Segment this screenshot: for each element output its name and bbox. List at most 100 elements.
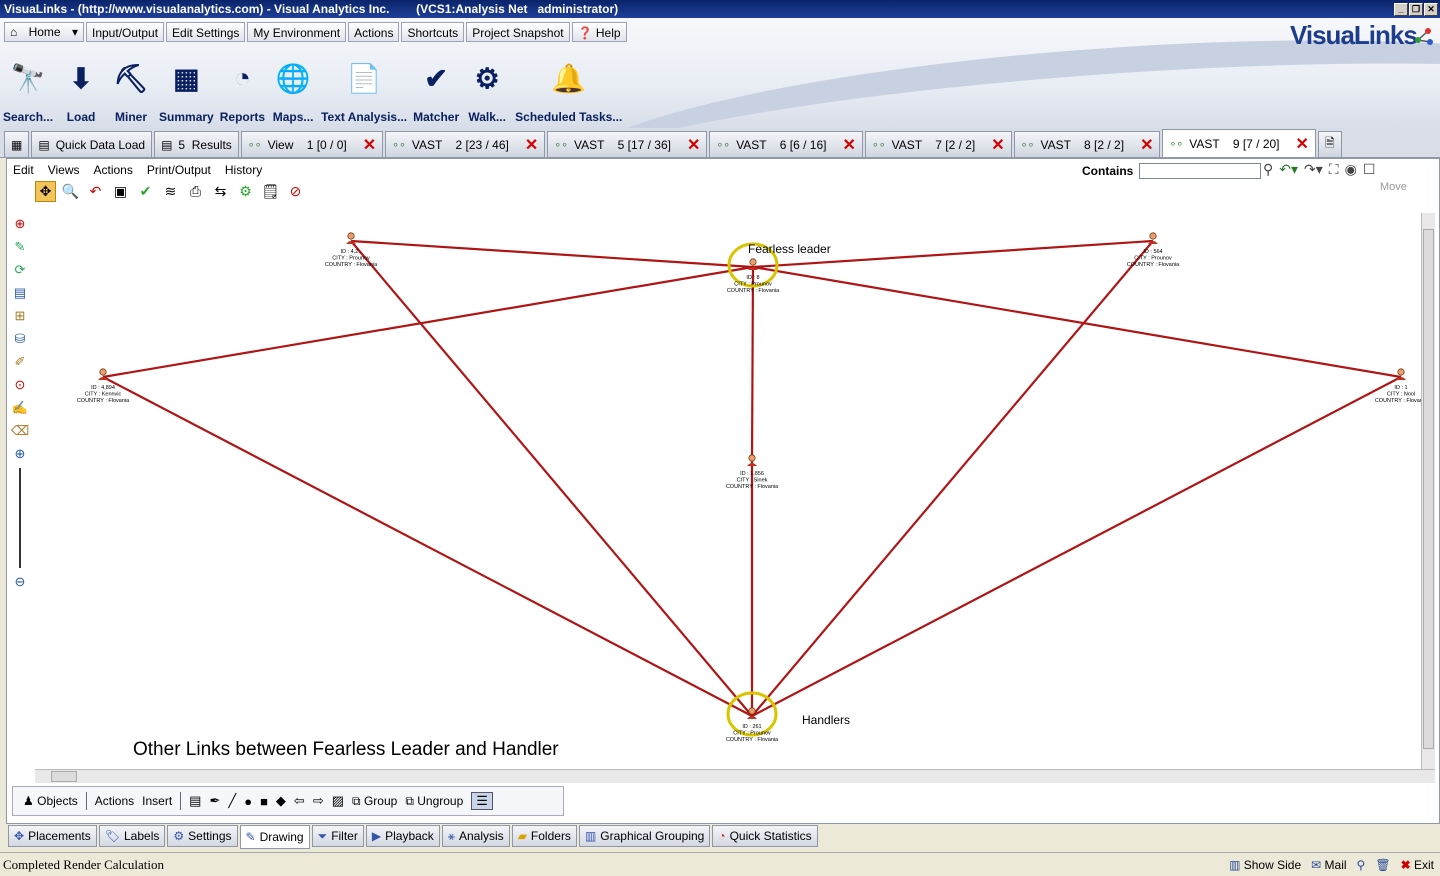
- menu-input-output[interactable]: Input/Output: [86, 22, 165, 42]
- ungroup-button[interactable]: ⧉ Ungroup: [405, 794, 463, 809]
- close-tab-icon[interactable]: ✕: [687, 135, 700, 155]
- undo-icon[interactable]: ↶: [85, 181, 106, 202]
- close-tab-icon[interactable]: ✕: [525, 135, 538, 155]
- graph-canvas[interactable]: ID : 4,2.. CITY : Prounov COUNTRY : Flovan…: [33, 213, 1421, 767]
- refresh-icon[interactable]: ⟳: [11, 261, 29, 279]
- tab-vast-9[interactable]: ∘∘ VAST 9 [7 / 20] ✕: [1162, 129, 1316, 157]
- database-icon[interactable]: ⛁: [11, 330, 29, 348]
- horizontal-scrollbar[interactable]: [35, 769, 1435, 783]
- person-node[interactable]: ID : 1,856CITY : SinekCOUNTRY : Flovania: [726, 454, 779, 490]
- line-icon[interactable]: ╱: [228, 793, 236, 809]
- vertical-scrollbar[interactable]: [1421, 213, 1435, 769]
- diamond-icon[interactable]: ◆: [276, 793, 286, 809]
- submenu-print-output[interactable]: Print/Output: [147, 163, 211, 177]
- zoom-window-icon[interactable]: 🔍: [60, 181, 81, 202]
- tab-playback[interactable]: ▶ Playback: [365, 825, 440, 847]
- show-side-button[interactable]: ▥ Show Side: [1229, 858, 1301, 872]
- pen-icon[interactable]: ✒: [209, 793, 220, 809]
- tab-placements[interactable]: ✥ Placements: [8, 825, 97, 847]
- check-icon[interactable]: ✔: [135, 181, 156, 202]
- menu-my-environment[interactable]: My Environment: [247, 22, 347, 42]
- tab-vast-7[interactable]: ∘∘ VAST 7 [2 / 2] ✕: [864, 131, 1012, 157]
- exit-button[interactable]: ✖ Exit: [1401, 858, 1434, 872]
- eraser-icon[interactable]: ⌫: [11, 422, 29, 440]
- restore-button[interactable]: ❐: [1409, 2, 1423, 16]
- contains-input[interactable]: [1139, 163, 1262, 179]
- summary-tool[interactable]: ▦ Summary: [156, 48, 217, 125]
- redo-arrow-icon[interactable]: ↷▾: [1304, 161, 1323, 178]
- submenu-actions[interactable]: Actions: [93, 163, 132, 177]
- arrow-right-icon[interactable]: ⇨: [313, 793, 324, 809]
- note-icon[interactable]: ✐: [11, 353, 29, 371]
- line-weight-icon[interactable]: ☰: [471, 792, 493, 810]
- submenu-edit[interactable]: Edit: [13, 163, 34, 177]
- objects-button[interactable]: ♟ Objects: [23, 794, 78, 808]
- fit-icon[interactable]: ⛶: [1329, 161, 1339, 178]
- print-icon[interactable]: ⎙: [185, 181, 206, 202]
- walk-tool[interactable]: ⚙ Walk...: [462, 48, 512, 125]
- search-tool[interactable]: 🔭 Search...: [0, 48, 56, 125]
- tab-view-1[interactable]: ∘∘ View 1 [0 / 0] ✕: [240, 131, 384, 157]
- menu-edit-settings[interactable]: Edit Settings: [166, 22, 246, 42]
- search-icon[interactable]: ⚲: [1357, 858, 1366, 872]
- tab-quick-data-load[interactable]: ▤ Quick Data Load: [31, 131, 153, 157]
- properties-icon[interactable]: ▣: [110, 181, 131, 202]
- card-icon[interactable]: ▤: [11, 284, 29, 302]
- close-button[interactable]: ✕: [1424, 2, 1438, 16]
- insert-button[interactable]: Insert: [142, 794, 172, 808]
- image-icon[interactable]: ▨: [332, 793, 344, 809]
- matcher-tool[interactable]: ✔ Matcher: [410, 48, 462, 125]
- text-analysis-tool[interactable]: 📄 Text Analysis...: [318, 48, 410, 125]
- tab-labels[interactable]: 🏷 Labels: [98, 825, 166, 847]
- home-dropdown[interactable]: ⌂ Home ▾: [4, 22, 84, 42]
- trash-icon[interactable]: 🗑: [1375, 858, 1390, 872]
- tab-graphical-grouping[interactable]: ▥ Graphical Grouping: [578, 825, 711, 847]
- group-button[interactable]: ⧉ Group: [352, 794, 397, 809]
- maps-tool[interactable]: 🌐 Maps...: [268, 48, 318, 125]
- tab-vast-6[interactable]: ∘∘ VAST 6 [6 / 16] ✕: [709, 131, 863, 157]
- target-icon[interactable]: ⊙: [11, 376, 29, 394]
- arrow-left-icon[interactable]: ⇦: [294, 793, 305, 809]
- tab-analysis[interactable]: ⚹ Analysis: [441, 825, 510, 847]
- tab-vast-8[interactable]: ∘∘ VAST 8 [2 / 2] ✕: [1013, 131, 1161, 157]
- network-settings-icon[interactable]: ⚙: [235, 181, 256, 202]
- select-tool-icon[interactable]: ✥: [35, 181, 56, 202]
- scheduled-tasks-tool[interactable]: 🔔 Scheduled Tasks...: [512, 48, 625, 125]
- close-tab-icon[interactable]: ✕: [842, 135, 855, 155]
- undo-arrow-icon[interactable]: ↶▾: [1279, 161, 1298, 178]
- center-icon[interactable]: ⊕: [11, 215, 29, 233]
- edit-doc-icon[interactable]: ✍: [11, 399, 29, 417]
- close-tab-icon[interactable]: ✕: [991, 135, 1004, 155]
- miner-tool[interactable]: ⛏ Miner: [106, 48, 156, 125]
- minimize-button[interactable]: _: [1394, 2, 1408, 16]
- zoom-out-icon[interactable]: ⊖: [11, 573, 29, 591]
- tab-filter[interactable]: ⏷ Filter: [311, 825, 364, 847]
- tab-folders[interactable]: ▰ Folders: [511, 825, 577, 847]
- report-icon[interactable]: 🗒: [260, 181, 281, 202]
- actions-button[interactable]: Actions: [95, 794, 134, 808]
- tab-vast-2[interactable]: ∘∘ VAST 2 [23 / 46] ✕: [385, 131, 546, 157]
- tab-results[interactable]: ▤ 5 Results: [154, 131, 239, 157]
- close-tab-icon[interactable]: ✕: [1296, 134, 1309, 154]
- menu-actions[interactable]: Actions: [348, 22, 400, 42]
- menu-help[interactable]: ❓ Help: [571, 22, 627, 42]
- menu-shortcuts[interactable]: Shortcuts: [401, 22, 465, 42]
- tab-quick-statistics[interactable]: ◔ Quick Statistics: [712, 825, 818, 847]
- tab-overview[interactable]: ▦: [4, 131, 30, 157]
- binoculars-icon[interactable]: ⚲: [1263, 161, 1273, 178]
- tab-drawing[interactable]: ✎ Drawing: [239, 825, 310, 849]
- zoom-slider[interactable]: [11, 468, 29, 568]
- stop-icon[interactable]: ⊘: [285, 181, 306, 202]
- person-node[interactable]: ID : 564CITY : ProunovCOUNTRY : Flovania: [1127, 232, 1180, 268]
- mail-button[interactable]: ✉ Mail: [1311, 858, 1346, 872]
- menu-project-snapshot[interactable]: Project Snapshot: [466, 22, 570, 42]
- close-tab-icon[interactable]: ✕: [1140, 135, 1153, 155]
- tab-vast-5[interactable]: ∘∘ VAST 5 [17 / 36] ✕: [547, 131, 708, 157]
- maximize-icon[interactable]: ☐: [1363, 161, 1376, 178]
- submenu-history[interactable]: History: [225, 163, 262, 177]
- reports-tool[interactable]: ◔ Reports: [217, 48, 268, 124]
- horizontal-scroll-thumb[interactable]: [51, 771, 77, 782]
- link-icon[interactable]: ⇆: [210, 181, 231, 202]
- person-node[interactable]: ID : 4,2..CITY : ProunovCOUNTRY : Flovan…: [325, 232, 378, 268]
- vertical-scroll-thumb[interactable]: [1423, 229, 1434, 749]
